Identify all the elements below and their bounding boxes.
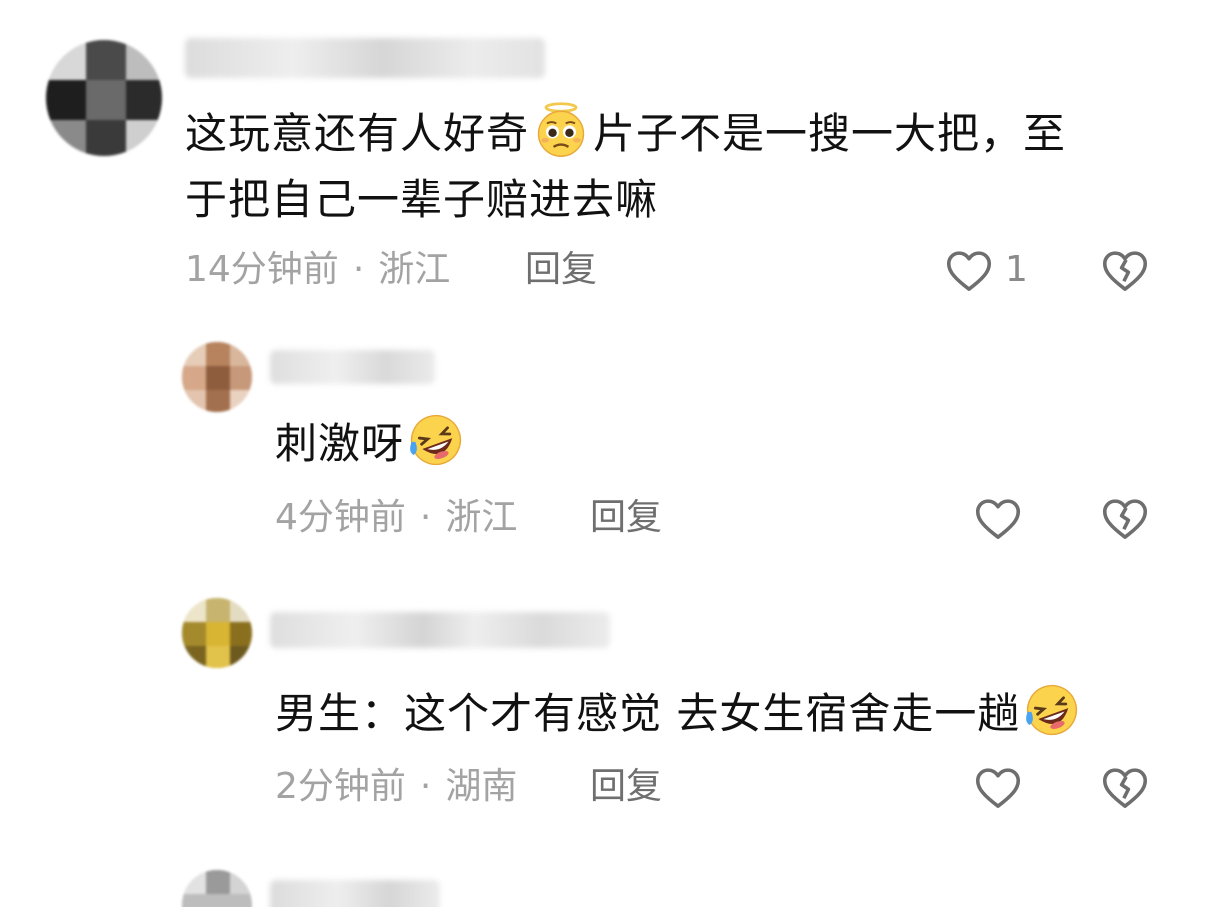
separator-dot: · [419,497,432,538]
comment-meta: 14分钟前 · 浙江 [185,250,450,290]
avatar[interactable] [182,342,252,412]
comment-thread: 这玩意还有人好奇 片子不是一搜一大把，至 于把自己一辈子赔进去嘛 14分钟前 · 浙… [0,0,1209,907]
heart-icon[interactable] [971,491,1025,545]
heart-icon[interactable] [971,760,1025,814]
like-count: 1 [1005,249,1028,290]
username-blurred[interactable] [270,612,610,648]
comment-text-line: 男生：这个才有感觉 去女生宿舍走一趟 [275,689,1021,738]
separator-dot: · [419,766,432,807]
reply-button[interactable]: 回复 [590,498,662,538]
separator-dot: · [352,249,365,290]
reply-button[interactable]: 回复 [590,767,662,807]
location: 浙江 [445,497,518,538]
comment-text-line: 这玩意还有人好奇 [185,109,530,158]
comment-meta: 2分钟前 · 湖南 [275,767,517,807]
avatar[interactable] [182,870,252,907]
timestamp: 4分钟前 [275,497,406,538]
reply-button[interactable]: 回复 [525,250,597,290]
comment-meta: 4分钟前 · 浙江 [275,498,517,538]
pleading-face-with-halo-emoji [537,102,585,157]
timestamp: 2分钟前 [275,766,406,807]
broken-heart-icon[interactable] [1098,243,1152,297]
comment-text-line: 片子不是一搜一大把，至 [593,109,1067,158]
comment-text: 这玩意还有人好奇 片子不是一搜一大把，至 于把自己一辈子赔进去嘛 [185,100,1165,233]
comment-text-line: 刺激呀 [275,419,405,468]
comment-text: 刺激呀 [275,410,468,477]
username-blurred[interactable] [270,350,435,384]
comment-text: 男生：这个才有感觉 去女生宿舍走一趟 [275,680,1084,747]
username-blurred[interactable] [185,38,545,78]
heart-icon[interactable] [942,243,996,297]
comment-text-line: 于把自己一辈子赔进去嘛 [185,175,659,224]
avatar[interactable] [46,40,162,156]
avatar[interactable] [182,598,252,668]
broken-heart-icon[interactable] [1098,760,1152,814]
timestamp: 14分钟前 [185,249,339,290]
broken-heart-icon[interactable] [1098,491,1152,545]
location: 浙江 [378,249,451,290]
username-blurred[interactable] [270,880,440,907]
rolling-on-floor-laughing-emoji [1026,684,1078,736]
location: 湖南 [445,766,518,807]
rolling-on-floor-laughing-emoji [410,414,462,466]
